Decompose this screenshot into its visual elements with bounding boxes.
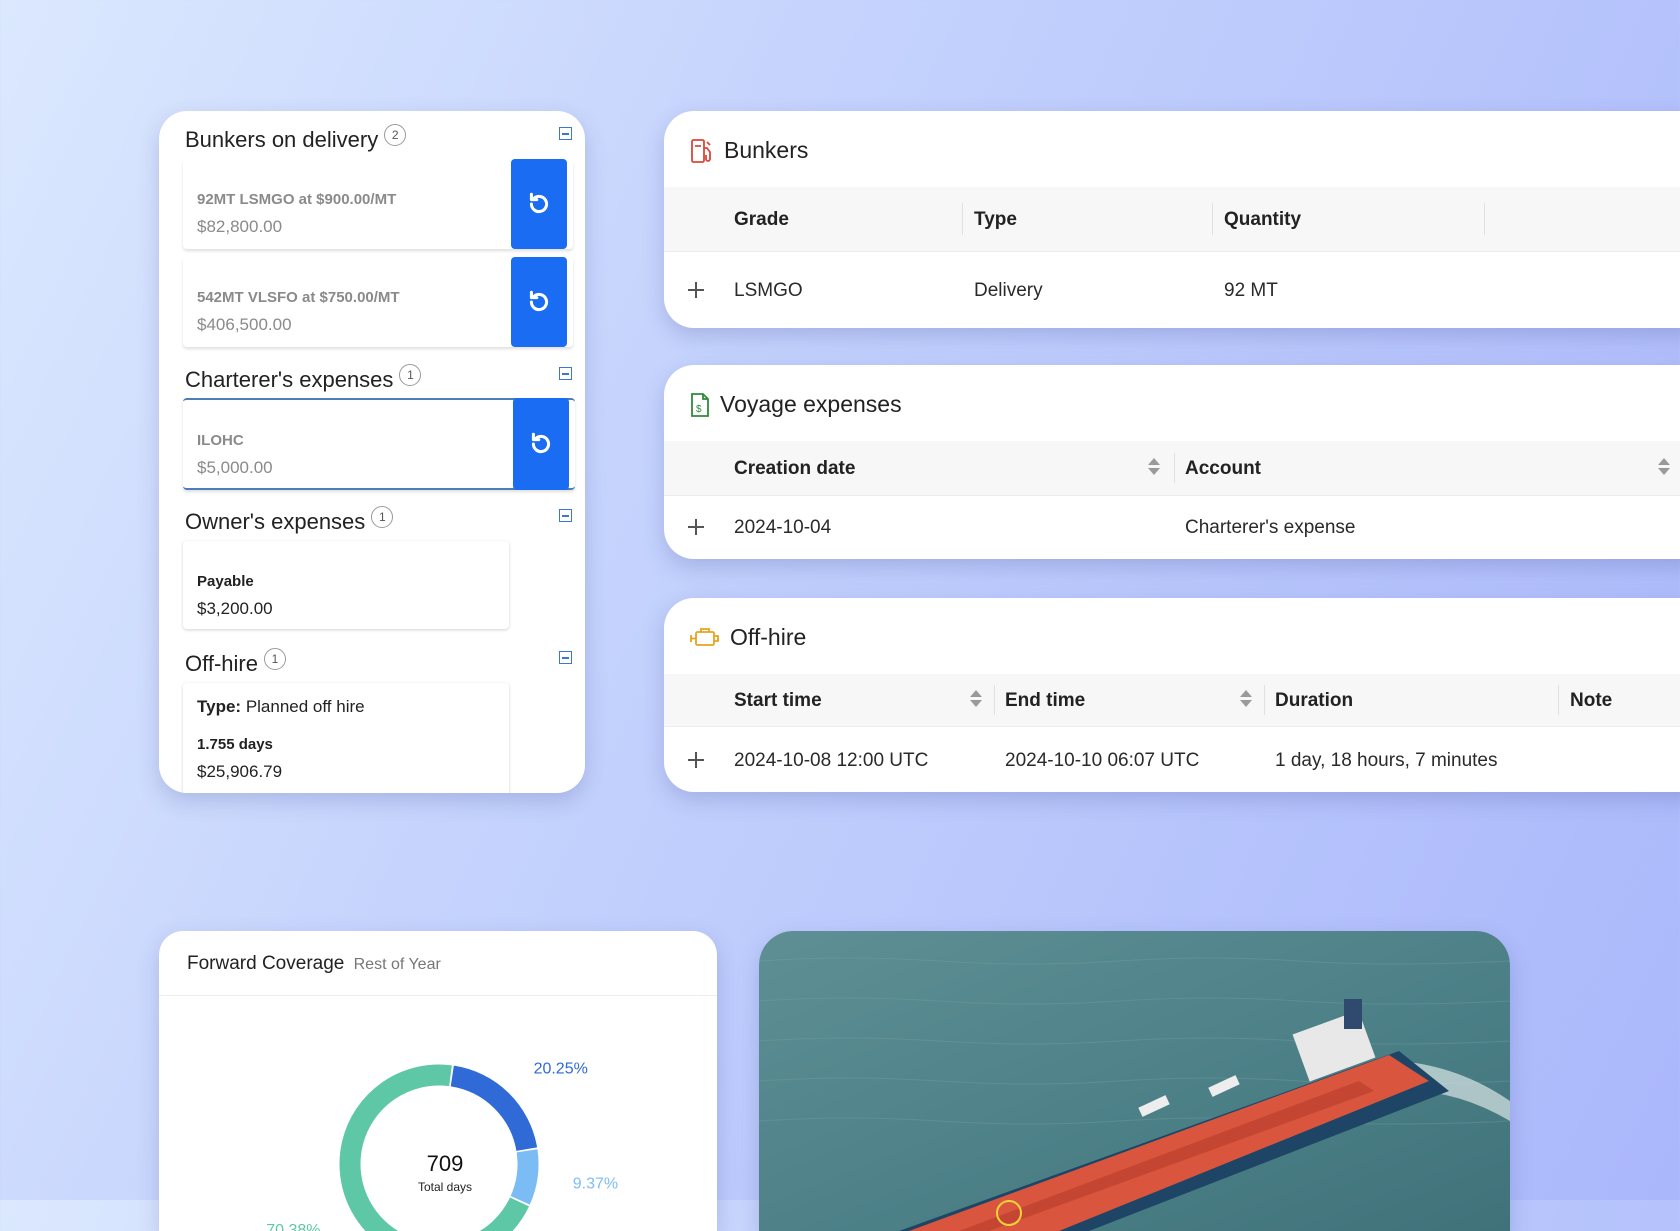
voyage-expenses-table-card: $ Voyage expenses Creation date Account … bbox=[664, 365, 1680, 559]
table-header: Grade Type Quantity bbox=[664, 187, 1680, 252]
column-separator bbox=[1174, 453, 1175, 483]
cell-type: Delivery bbox=[974, 280, 1043, 301]
bunker-delivery-item: 542MT VLSFO at $750.00/MT $406,500.00 bbox=[183, 257, 573, 347]
bunker-delivery-item: 92MT LSMGO at $900.00/MT $82,800.00 bbox=[183, 159, 573, 249]
off-hire-header: Off-hire 1 bbox=[185, 648, 286, 677]
type-label: Type: bbox=[197, 697, 242, 716]
table-header: Start time End time Duration Note bbox=[664, 674, 1680, 727]
sort-icon[interactable] bbox=[970, 689, 982, 709]
off-hire-table-card: Off-hire Start time End time Duration No… bbox=[664, 598, 1680, 792]
item-value: $406,500.00 bbox=[197, 315, 292, 334]
bunkers-title: Bunkers bbox=[690, 137, 808, 164]
invoice-dollar-icon: $ bbox=[691, 392, 709, 417]
slice-label: 9.37% bbox=[573, 1175, 618, 1192]
sort-icon[interactable] bbox=[1148, 457, 1160, 477]
restore-button[interactable] bbox=[511, 159, 567, 249]
cell-creation-date: 2024-10-04 bbox=[734, 517, 832, 538]
tanker-ship-image bbox=[759, 931, 1510, 1231]
collapse-icon[interactable] bbox=[559, 367, 572, 380]
owners-expenses-header: Owner's expenses 1 bbox=[185, 506, 394, 535]
item-title: 92MT LSMGO at $900.00/MT bbox=[197, 191, 397, 208]
off-hire-days: 1.755 days bbox=[197, 736, 273, 753]
cell-start-time: 2024-10-08 12:00 UTC bbox=[734, 750, 929, 771]
owner-expense-item: Payable $3,200.00 bbox=[183, 541, 509, 629]
column-header-account[interactable]: Account bbox=[1185, 458, 1261, 480]
cell-grade: LSMGO bbox=[734, 280, 803, 301]
section-title: Off-hire bbox=[185, 651, 258, 676]
bunkers-on-delivery-header: Bunkers on delivery 2 bbox=[185, 124, 407, 153]
section-title: Bunkers on delivery bbox=[185, 127, 379, 152]
tanker-photo bbox=[759, 931, 1510, 1231]
cell-duration: 1 day, 18 hours, 7 minutes bbox=[1275, 750, 1498, 771]
total-days-label: Total days bbox=[417, 1180, 473, 1194]
count-badge: 1 bbox=[263, 648, 286, 670]
engine-icon bbox=[690, 627, 719, 646]
count-badge: 2 bbox=[384, 124, 407, 146]
donut-slice[interactable] bbox=[450, 1065, 538, 1152]
total-days-value: 709 bbox=[426, 1151, 464, 1176]
collapse-icon[interactable] bbox=[559, 651, 572, 664]
item-title: ILOHC bbox=[197, 432, 244, 449]
charterer-expense-item: ILOHC $5,000.00 bbox=[183, 398, 575, 490]
column-header-start-time[interactable]: Start time bbox=[734, 690, 822, 712]
cell-quantity: 92 MT bbox=[1224, 280, 1278, 301]
table-header: Creation date Account bbox=[664, 441, 1680, 496]
sort-icon[interactable] bbox=[1240, 689, 1252, 709]
bunkers-table-card: Bunkers Grade Type Quantity LSMGO Delive… bbox=[664, 111, 1680, 328]
column-separator bbox=[1212, 203, 1213, 235]
count-badge: 1 bbox=[371, 506, 394, 528]
section-title: Owner's expenses bbox=[185, 509, 366, 534]
cell-account: Charterer's expense bbox=[1185, 517, 1356, 538]
slice-label: 70.38% bbox=[266, 1222, 320, 1231]
expand-row-icon[interactable] bbox=[688, 282, 704, 298]
column-header-end-time[interactable]: End time bbox=[1005, 690, 1085, 712]
column-header-creation-date[interactable]: Creation date bbox=[734, 458, 855, 480]
item-title: Payable bbox=[197, 573, 254, 590]
expand-row-icon[interactable] bbox=[688, 519, 704, 535]
charterers-expenses-header: Charterer's expenses 1 bbox=[185, 364, 422, 393]
restore-button[interactable] bbox=[511, 257, 567, 347]
collapse-icon[interactable] bbox=[559, 127, 572, 140]
undo-icon bbox=[529, 192, 549, 214]
svg-text:$: $ bbox=[696, 404, 702, 415]
column-separator bbox=[1484, 203, 1485, 235]
item-title: 542MT VLSFO at $750.00/MT bbox=[197, 289, 400, 306]
column-separator bbox=[1558, 685, 1559, 715]
expand-row-icon[interactable] bbox=[688, 752, 704, 768]
off-hire-title: Off-hire bbox=[690, 624, 806, 651]
restore-button[interactable] bbox=[513, 398, 569, 490]
forward-coverage-card: Forward Coverage Rest of Year 20.25% 9.37… bbox=[159, 931, 717, 1231]
card-title: Bunkers bbox=[724, 137, 809, 163]
column-header-quantity[interactable]: Quantity bbox=[1224, 209, 1301, 231]
slice-label: 20.25% bbox=[534, 1061, 588, 1078]
cell-end-time: 2024-10-10 06:07 UTC bbox=[1005, 750, 1200, 771]
column-separator bbox=[962, 203, 963, 235]
column-header-type[interactable]: Type bbox=[974, 209, 1017, 231]
item-value: $3,200.00 bbox=[197, 599, 273, 618]
voyage-summary-panel: Bunkers on delivery 2 92MT LSMGO at $900… bbox=[159, 111, 585, 793]
column-separator bbox=[994, 685, 995, 715]
type-value: Planned off hire bbox=[245, 697, 365, 716]
off-hire-item: Type: Planned off hire 1.755 days $25,90… bbox=[183, 683, 509, 793]
column-separator bbox=[1264, 685, 1265, 715]
section-title: Charterer's expenses bbox=[185, 367, 394, 392]
undo-icon bbox=[531, 432, 551, 454]
item-value: $5,000.00 bbox=[197, 458, 273, 477]
off-hire-value: $25,906.79 bbox=[197, 762, 283, 781]
card-title: Voyage expenses bbox=[720, 391, 902, 417]
card-title: Off-hire bbox=[730, 624, 807, 650]
undo-icon bbox=[529, 290, 549, 312]
off-hire-type: Type: Planned off hire bbox=[197, 697, 365, 717]
donut-slice[interactable] bbox=[510, 1149, 539, 1205]
column-header-note[interactable]: Note bbox=[1570, 690, 1612, 712]
column-header-grade[interactable]: Grade bbox=[734, 209, 789, 231]
item-value: $82,800.00 bbox=[197, 217, 283, 236]
count-badge: 1 bbox=[399, 364, 422, 386]
fuel-pump-icon bbox=[691, 138, 711, 163]
sort-icon[interactable] bbox=[1658, 457, 1670, 477]
collapse-icon[interactable] bbox=[559, 509, 572, 522]
voyage-expenses-title: $ Voyage expenses bbox=[690, 391, 902, 418]
column-header-duration[interactable]: Duration bbox=[1275, 690, 1353, 712]
